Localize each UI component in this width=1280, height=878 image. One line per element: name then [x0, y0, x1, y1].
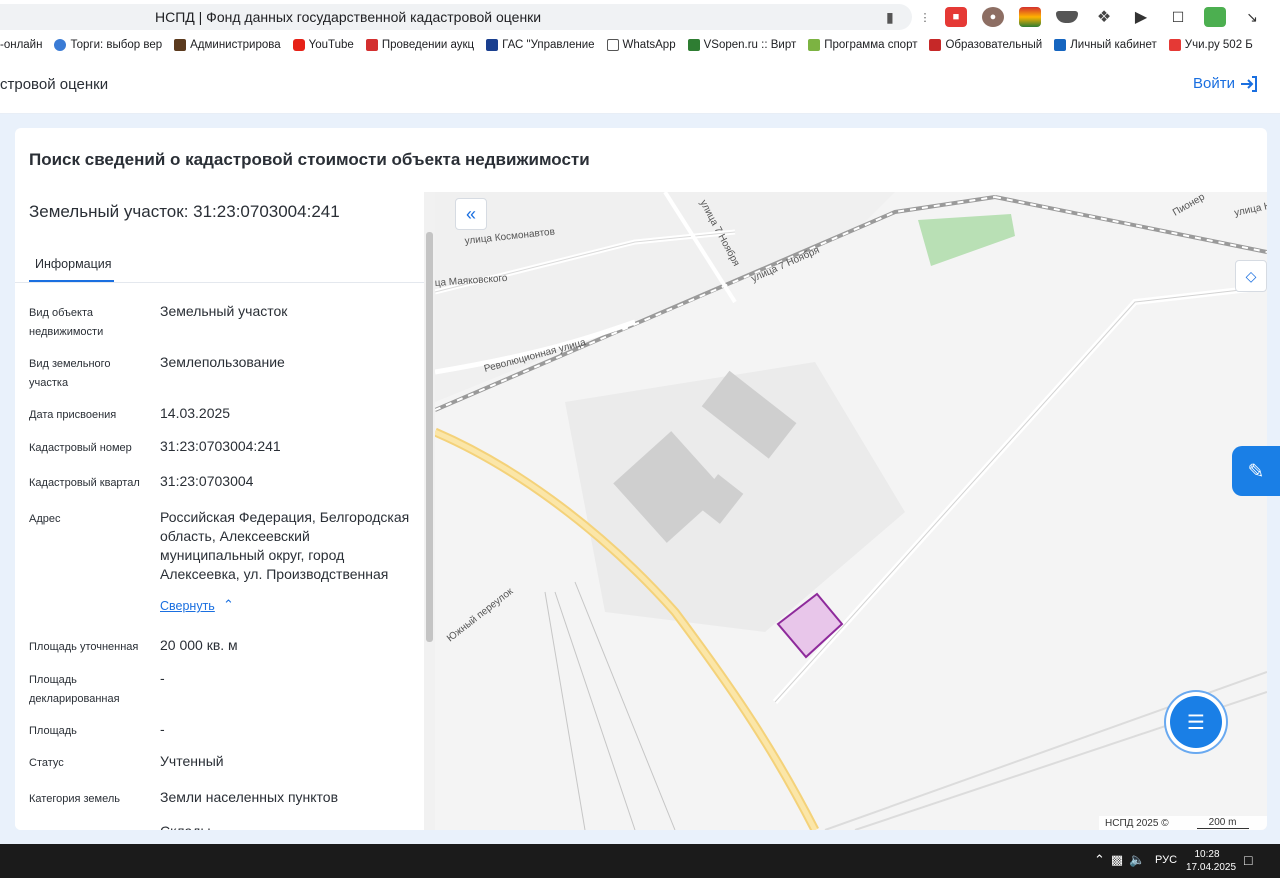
field-value: 14.03.2025 — [160, 405, 231, 421]
bookmark-icon — [54, 39, 67, 51]
pdf-extension-icon[interactable]: ■ — [945, 7, 967, 27]
map-attribution: НСПД 2025 © 200 m — [1099, 816, 1267, 830]
tab-divider — [15, 282, 435, 283]
field-label: Вид земельного участка — [29, 358, 111, 389]
extension-icon[interactable] — [1019, 7, 1041, 27]
media-icon[interactable]: ▶ — [1130, 7, 1152, 27]
edit-icon: ✎ — [1247, 460, 1265, 483]
field-value: Российская Федерация, Белгородская облас… — [160, 509, 410, 582]
bookmark-icon — [687, 39, 700, 51]
bookmark-item[interactable]: Проведении аукц — [365, 39, 474, 51]
page-icon — [606, 39, 619, 51]
bookmark-icon — [929, 39, 942, 51]
field-label: Адрес — [29, 513, 61, 525]
field-label: Кадастровый квартал — [29, 477, 140, 489]
field-label: Площадь декларированная — [29, 674, 120, 705]
field-value: Земли населенных пунктов — [160, 789, 339, 805]
bookmark-item[interactable]: WhatsApp — [606, 39, 676, 51]
chat-button[interactable]: ☰ — [1170, 696, 1222, 748]
field-value: Землепользование — [160, 354, 285, 370]
field-label: Площадь уточненная — [29, 641, 139, 653]
collapse-panel-button[interactable]: « — [455, 198, 487, 230]
tab-information[interactable]: Информация — [29, 248, 114, 282]
extension-icon[interactable]: ☐ — [1167, 7, 1189, 27]
bookmark-item[interactable]: Программа спорт — [808, 39, 917, 51]
bookmark-item[interactable]: Личный кабинет — [1054, 39, 1157, 51]
field-label: Площадь — [29, 725, 77, 737]
chevron-up-icon: ⌃ — [223, 597, 234, 612]
field-value: - — [160, 670, 165, 686]
layers-icon: ◇ — [1245, 267, 1257, 284]
site-brand[interactable]: стровой оценки — [0, 76, 108, 93]
object-title: Земельный участок: 31:23:0703004:241 — [29, 202, 340, 221]
field-value: Склады — [160, 822, 420, 830]
scrollbar-thumb[interactable] — [426, 232, 433, 642]
bookmark-icon — [1054, 39, 1067, 51]
profile-icon[interactable] — [1204, 7, 1226, 27]
bookmark-icon — [365, 39, 378, 51]
layers-button[interactable]: ◇ — [1235, 260, 1267, 292]
bookmark-item[interactable]: Образовательный — [929, 39, 1042, 51]
map-canvas[interactable]: улица Космонавтов улица 7 Ноября улица 7… — [435, 192, 1267, 830]
download-icon[interactable]: ↘ — [1241, 7, 1263, 27]
bookmark-icon — [808, 39, 821, 51]
map-view[interactable]: улица Космонавтов улица 7 Ноября улица 7… — [435, 192, 1267, 830]
bookmark-item[interactable]: Торги: выбор вер — [54, 39, 162, 51]
bookmark-icon — [174, 39, 187, 51]
address-bar[interactable]: НСПД | Фонд данных государственной кадас… — [0, 4, 912, 30]
bookmark-item[interactable]: ГАС "Управление — [486, 39, 595, 51]
bookmark-item[interactable]: -онлайн — [0, 39, 42, 51]
object-info-panel: Земельный участок: 31:23:0703004:241 Инф… — [15, 192, 435, 830]
login-button[interactable]: Войти — [1193, 75, 1258, 92]
field-value: Учтенный — [160, 753, 224, 769]
extension-icon[interactable] — [1056, 11, 1078, 23]
language-indicator[interactable]: РУС — [1155, 854, 1177, 866]
map-scale: 200 m — [1196, 817, 1249, 829]
field-label: Дата присвоения — [29, 409, 117, 421]
bookmark-icon[interactable]: ▮ — [886, 9, 894, 26]
field-label: Категория земель — [29, 793, 120, 805]
card-title: Поиск сведений о кадастровой стоимости о… — [29, 150, 590, 169]
search-card: Поиск сведений о кадастровой стоимости о… — [15, 128, 1267, 830]
browser-toolbar: НСПД | Фонд данных государственной кадас… — [0, 0, 1280, 34]
windows-taskbar: ⌃▩🔈 РУС 10:28 17.04.2025 □ — [0, 844, 1280, 878]
tab-title: НСПД | Фонд данных государственной кадас… — [155, 9, 542, 25]
collapse-link[interactable]: Свернуть — [160, 599, 215, 613]
puzzle-icon[interactable]: ❖ — [1093, 7, 1115, 27]
feedback-side-button[interactable]: ✎ — [1232, 446, 1280, 496]
login-icon — [1240, 75, 1257, 92]
more-menu-icon[interactable]: ⋮ — [920, 7, 931, 27]
field-value: - — [160, 721, 165, 737]
field-value: 31:23:0703004:241 — [160, 438, 281, 454]
field-value: 31:23:0703004 — [160, 473, 254, 489]
chat-icon: ☰ — [1187, 711, 1205, 734]
field-value: 20 000 кв. м — [160, 637, 238, 653]
extension-icon[interactable]: ● — [982, 7, 1004, 27]
field-label: Статус — [29, 757, 64, 769]
clock[interactable]: 10:28 17.04.2025 — [1186, 848, 1236, 874]
tray-icons[interactable]: ⌃▩🔈 — [1094, 852, 1151, 868]
field-label: Вид объекта недвижимости — [29, 307, 104, 338]
double-chevron-left-icon: « — [465, 203, 476, 224]
bookmark-icon — [486, 39, 499, 51]
site-header: стровой оценки Войти — [0, 56, 1280, 114]
field-value: Земельный участок — [160, 303, 288, 319]
bookmarks-bar: -онлайн Торги: выбор вер Администрирова … — [0, 34, 1280, 56]
notification-icon[interactable]: □ — [1244, 852, 1252, 868]
bookmark-item[interactable]: Учи.ру 502 Б — [1168, 39, 1253, 51]
extensions-row: ⋮ ■ ● ❖ ▶ ☐ ↘ — [920, 6, 1278, 28]
bookmark-item[interactable]: YouTube — [292, 39, 354, 51]
panel-scrollbar[interactable] — [424, 192, 435, 830]
field-label: Кадастровый номер — [29, 442, 132, 454]
youtube-icon — [292, 39, 305, 51]
bookmark-item[interactable]: VSopen.ru :: Вирт — [687, 39, 796, 51]
bookmark-item[interactable]: Администрирова — [174, 39, 281, 51]
bookmark-icon — [1168, 39, 1181, 51]
